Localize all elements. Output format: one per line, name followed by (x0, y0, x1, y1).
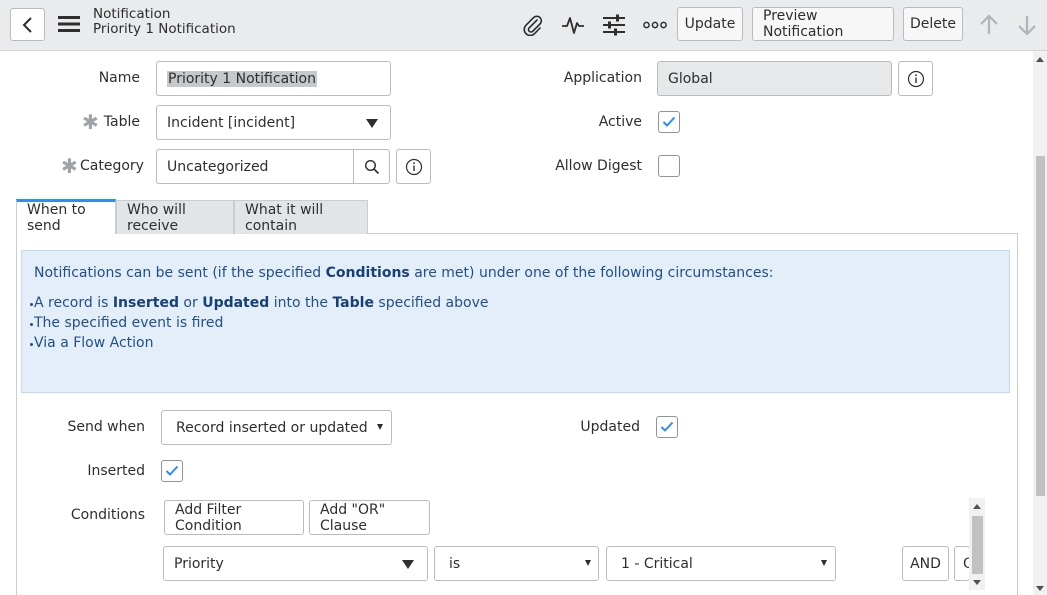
back-button[interactable] (10, 8, 45, 41)
application-field: Global (657, 61, 892, 96)
list-item: The specified event is fired (30, 315, 223, 331)
required-asterisk-icon: ✱ (82, 110, 99, 134)
allow-digest-label: Allow Digest (555, 158, 642, 174)
allow-digest-checkbox[interactable] (658, 155, 680, 177)
active-label: Active (598, 114, 642, 130)
inserted-checkbox[interactable] (161, 460, 183, 482)
info-intro: Notifications can be sent (if the specif… (34, 265, 774, 281)
more-icon[interactable] (642, 12, 668, 38)
add-filter-condition-button[interactable]: Add Filter Condition (164, 500, 304, 535)
list-item: A record is Inserted or Updated into the… (30, 295, 488, 311)
condition-operator-value: is (449, 555, 461, 572)
page-title: Notification Priority 1 Notification (93, 7, 236, 37)
checkmark-icon (165, 465, 179, 476)
update-button[interactable]: Update (677, 7, 743, 41)
table-value: Incident [incident] (167, 114, 296, 131)
name-field[interactable]: Priority 1 Notification (156, 61, 391, 96)
scrollbar-thumb[interactable] (1036, 156, 1045, 496)
condition-value-value: 1 - Critical (621, 555, 693, 572)
info-icon (907, 70, 924, 87)
back-icon (22, 16, 32, 33)
scrollbar-thumb[interactable] (972, 516, 983, 574)
condition-value-select[interactable]: 1 - Critical (606, 546, 836, 581)
paperclip-icon[interactable] (520, 12, 546, 38)
scroll-down-arrow-icon[interactable] (1036, 586, 1044, 591)
chevron-down-icon (366, 119, 378, 128)
category-info-button[interactable] (396, 149, 431, 184)
tab-what-it-will-contain[interactable]: What it will contain (234, 200, 368, 234)
menu-icon[interactable] (57, 14, 81, 34)
delete-button[interactable]: Delete (903, 7, 963, 41)
preview-notification-button[interactable]: Preview Notification (752, 7, 894, 41)
arrow-down-icon[interactable] (1014, 12, 1040, 38)
form-header: Notification Priority 1 Notification Upd… (0, 0, 1047, 51)
info-icon (405, 158, 422, 175)
and-button[interactable]: AND (902, 546, 949, 581)
form-title: Notification (93, 6, 171, 22)
name-value: Priority 1 Notification (167, 70, 317, 87)
page-scrollbar[interactable] (1033, 51, 1047, 595)
chevron-down-icon (821, 560, 827, 566)
scroll-up-arrow-icon[interactable] (973, 504, 981, 509)
or-button[interactable]: O (954, 546, 970, 581)
active-checkbox[interactable] (658, 111, 680, 133)
condition-operator-select[interactable]: is (434, 546, 599, 581)
scroll-down-arrow-icon[interactable] (973, 580, 981, 585)
checkmark-icon (662, 116, 676, 127)
conditions-scrollbar[interactable] (969, 498, 985, 590)
settings-sliders-icon[interactable] (601, 12, 627, 38)
table-select[interactable]: Incident [incident] (156, 105, 391, 140)
list-item: Via a Flow Action (30, 335, 153, 351)
category-field[interactable]: Uncategorized (156, 149, 354, 184)
scroll-up-arrow-icon[interactable] (1036, 57, 1044, 62)
condition-field-value: Priority (174, 555, 224, 572)
activity-icon[interactable] (560, 12, 586, 38)
application-info-button[interactable] (898, 61, 933, 96)
chevron-down-icon (402, 560, 414, 569)
category-label: Category (80, 158, 144, 174)
send-when-value: Record inserted or updated (176, 419, 368, 436)
category-lookup-button[interactable] (353, 149, 390, 184)
checkmark-icon (660, 421, 674, 432)
conditions-label: Conditions (70, 507, 145, 523)
send-when-label: Send when (67, 419, 145, 435)
record-name: Priority 1 Notification (93, 21, 236, 37)
arrow-up-icon[interactable] (976, 12, 1002, 38)
chevron-down-icon (585, 560, 591, 566)
table-label: Table (103, 114, 140, 130)
category-value: Uncategorized (167, 158, 269, 175)
info-message: Notifications can be sent (if the specif… (21, 250, 1010, 393)
application-value: Global (668, 70, 713, 87)
name-label: Name (98, 70, 140, 86)
tab-when-to-send[interactable]: When to send (16, 199, 116, 234)
search-icon (364, 159, 379, 174)
chevron-down-icon (377, 424, 383, 430)
condition-field-select[interactable]: Priority (163, 546, 428, 581)
updated-label: Updated (580, 419, 640, 435)
required-asterisk-icon: ✱ (61, 154, 78, 178)
add-or-clause-button[interactable]: Add "OR" Clause (309, 500, 430, 535)
application-label: Application (563, 70, 642, 86)
inserted-label: Inserted (87, 463, 145, 479)
send-when-select[interactable]: Record inserted or updated (161, 410, 392, 445)
updated-checkbox[interactable] (656, 416, 678, 438)
tab-who-will-receive[interactable]: Who will receive (116, 200, 234, 234)
